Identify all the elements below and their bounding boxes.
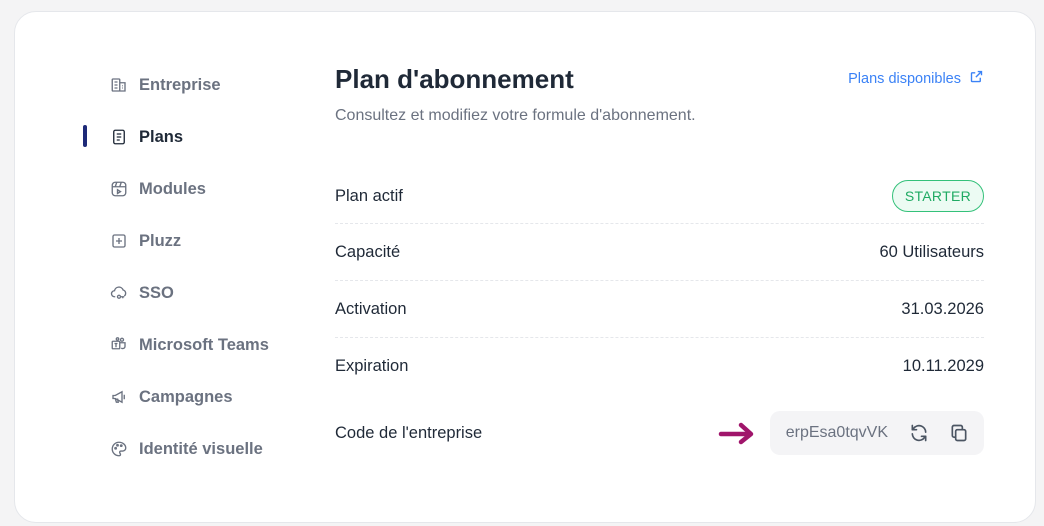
- palette-icon: [109, 439, 129, 459]
- available-plans-link[interactable]: Plans disponibles: [848, 69, 984, 88]
- company-code-box: erpEsa0tqvVK: [769, 411, 984, 455]
- available-plans-label: Plans disponibles: [848, 70, 961, 87]
- sidebar-item-identite-visuelle[interactable]: Identité visuelle: [97, 436, 263, 462]
- external-link-icon: [969, 69, 984, 88]
- expiration-label: Expiration: [335, 357, 409, 375]
- sidebar-item-label: Identité visuelle: [139, 439, 263, 458]
- settings-card: Entreprise Plans Modules Pluzz SSO Micro…: [14, 11, 1036, 523]
- plus-square-icon: [109, 231, 129, 251]
- sidebar-item-label: Modules: [139, 179, 206, 198]
- sidebar-item-label: Plans: [139, 127, 184, 146]
- sidebar-item-entreprise[interactable]: Entreprise: [97, 72, 221, 98]
- settings-sidebar: Entreprise Plans Modules Pluzz SSO Micro…: [15, 12, 315, 522]
- sidebar-item-sso[interactable]: SSO: [97, 280, 174, 306]
- page-title: Plan d'abonnement: [335, 64, 574, 94]
- row-capacity: Capacité 60 Utilisateurs: [335, 224, 984, 281]
- row-expiration: Expiration 10.11.2029: [335, 338, 984, 395]
- sidebar-item-pluzz[interactable]: Pluzz: [97, 228, 181, 254]
- annotation-arrow-icon: [718, 422, 754, 445]
- company-code-value[interactable]: erpEsa0tqvVK: [786, 424, 888, 442]
- sidebar-item-label: Campagnes: [139, 387, 233, 406]
- row-company-code: Code de l'entreprise erpEsa0tqvVK: [335, 410, 984, 456]
- row-activation: Activation 31.03.2026: [335, 281, 984, 338]
- sidebar-item-label: Microsoft Teams: [139, 335, 269, 354]
- sidebar-item-label: SSO: [139, 283, 174, 302]
- company-code-label: Code de l'entreprise: [335, 423, 483, 442]
- document-icon: [109, 127, 129, 147]
- sidebar-item-microsoft-teams[interactable]: Microsoft Teams: [97, 332, 269, 358]
- activation-value: 31.03.2026: [901, 299, 984, 318]
- capacity-label: Capacité: [335, 242, 401, 261]
- sidebar-item-label: Pluzz: [139, 231, 182, 250]
- copy-icon[interactable]: [948, 422, 970, 444]
- plan-panel: Plan d'abonnement Consultez et modifiez …: [335, 12, 985, 522]
- active-indicator: [83, 125, 87, 147]
- expiration-value: 10.11.2029: [902, 357, 984, 375]
- sidebar-item-campagnes[interactable]: Campagnes: [97, 384, 233, 410]
- activation-label: Activation: [335, 299, 407, 318]
- sidebar-item-modules[interactable]: Modules: [97, 176, 206, 202]
- page-subtitle: Consultez et modifiez votre formule d'ab…: [335, 107, 696, 124]
- megaphone-icon: [109, 387, 129, 407]
- row-active-plan: Plan actif STARTER: [335, 169, 984, 224]
- modules-icon: [109, 179, 129, 199]
- building-icon: [109, 75, 129, 95]
- cloud-key-icon: [109, 283, 129, 303]
- sidebar-item-label: Entreprise: [139, 75, 221, 94]
- sidebar-item-plans[interactable]: Plans: [97, 124, 183, 150]
- regenerate-icon[interactable]: [908, 422, 930, 444]
- status-badge: STARTER: [891, 180, 984, 212]
- capacity-value: 60 Utilisateurs: [879, 242, 984, 261]
- active-plan-label: Plan actif: [335, 186, 403, 205]
- teams-icon: [109, 335, 129, 355]
